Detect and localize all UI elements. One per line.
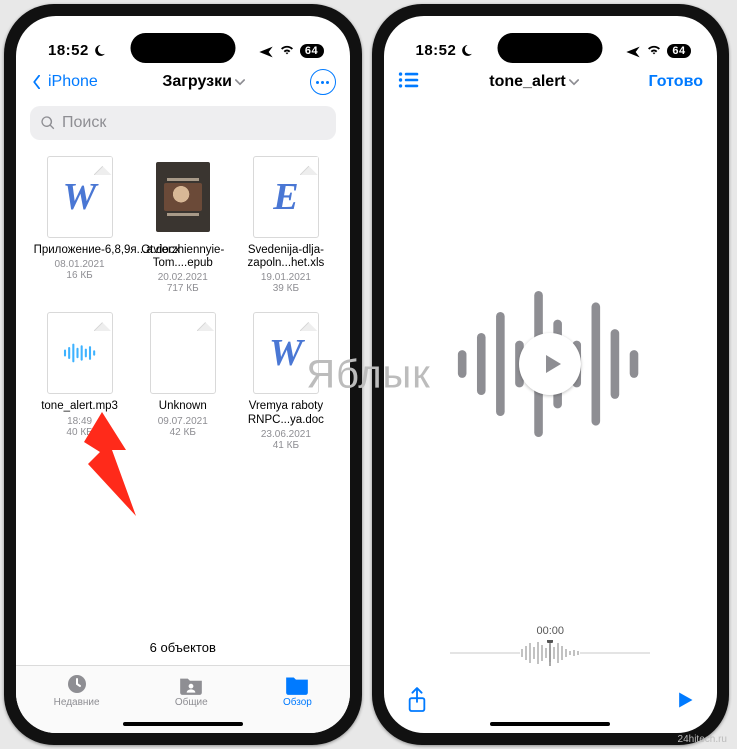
ellipsis-icon bbox=[316, 81, 329, 84]
do-not-disturb-icon bbox=[93, 44, 106, 57]
folder-person-icon bbox=[178, 672, 204, 696]
file-date: 09.07.2021 bbox=[158, 416, 208, 427]
phone-right: 18:52 64 bbox=[372, 4, 730, 745]
file-thumb-unknown bbox=[150, 312, 216, 394]
airplane-mode-icon bbox=[625, 44, 641, 58]
file-size: 16 КБ bbox=[66, 270, 92, 281]
search-placeholder: Поиск bbox=[62, 114, 106, 132]
file-thumb-docx: W bbox=[47, 156, 113, 238]
nav-bar: tone_alert Готово bbox=[384, 62, 718, 102]
play-button-small[interactable] bbox=[675, 689, 695, 716]
chevron-down-icon bbox=[569, 79, 579, 86]
list-icon bbox=[398, 71, 420, 89]
file-date: 19.01.2021 bbox=[261, 272, 311, 283]
file-item[interactable]: Otvierzhiennyie-Tom....epub 20.02.2021 7… bbox=[133, 156, 232, 294]
back-label: iPhone bbox=[48, 73, 98, 91]
waveform-large-icon bbox=[445, 274, 655, 454]
file-name: Otvierzhiennyie-Tom....epub bbox=[137, 244, 229, 270]
battery-level: 64 bbox=[300, 44, 324, 58]
file-size: 39 КБ bbox=[273, 283, 299, 294]
file-thumb-mp3 bbox=[47, 312, 113, 394]
file-title: tone_alert bbox=[489, 73, 565, 91]
file-title-button[interactable]: tone_alert bbox=[489, 73, 578, 91]
dynamic-island bbox=[130, 33, 235, 63]
file-thumb-epub bbox=[150, 156, 216, 238]
more-options-button[interactable] bbox=[310, 69, 336, 95]
item-count: 6 объектов bbox=[16, 632, 350, 665]
search-input[interactable]: Поиск bbox=[30, 106, 336, 140]
wifi-icon bbox=[646, 42, 662, 59]
file-name: tone_alert.mp3 bbox=[41, 400, 118, 413]
play-icon bbox=[540, 352, 564, 376]
home-indicator[interactable] bbox=[123, 722, 243, 726]
file-size: 42 КБ bbox=[170, 427, 196, 438]
status-time: 18:52 bbox=[48, 42, 89, 59]
battery-level: 64 bbox=[667, 44, 691, 58]
file-date: 08.01.2021 bbox=[55, 259, 105, 270]
share-icon bbox=[406, 687, 428, 713]
play-icon bbox=[675, 689, 695, 711]
tab-recents[interactable]: Недавние bbox=[54, 672, 100, 708]
file-item[interactable]: W Приложение-6,8,9я...a.docx 08.01.2021 … bbox=[30, 156, 129, 294]
tab-label: Общие bbox=[175, 697, 208, 708]
file-item[interactable]: E Svedenija-dlja-zapoln...het.xls 19.01.… bbox=[236, 156, 335, 294]
airplane-mode-icon bbox=[258, 44, 274, 58]
waveform-icon bbox=[60, 338, 100, 368]
audio-player bbox=[384, 102, 718, 625]
done-button[interactable]: Готово bbox=[649, 73, 703, 91]
folder-title-button[interactable]: Загрузки bbox=[162, 73, 245, 91]
file-item-tone-alert[interactable]: tone_alert.mp3 18:49 40 КБ bbox=[30, 312, 129, 450]
timeline[interactable]: 00:00 bbox=[384, 625, 718, 677]
file-size: 41 КБ bbox=[273, 440, 299, 451]
file-date: 18:49 bbox=[67, 416, 92, 427]
search-icon bbox=[40, 115, 56, 131]
do-not-disturb-icon bbox=[460, 44, 473, 57]
share-button[interactable] bbox=[406, 687, 428, 718]
list-view-button[interactable] bbox=[398, 71, 420, 94]
file-grid: W Приложение-6,8,9я...a.docx 08.01.2021 … bbox=[16, 150, 350, 632]
file-name: Svedenija-dlja-zapoln...het.xls bbox=[240, 244, 332, 270]
home-indicator[interactable] bbox=[490, 722, 610, 726]
file-name: Unknown bbox=[159, 400, 207, 413]
file-thumb-xls: E bbox=[253, 156, 319, 238]
waveform-small-icon bbox=[414, 639, 688, 667]
nav-bar: iPhone Загрузки bbox=[16, 62, 350, 102]
tab-label: Недавние bbox=[54, 697, 100, 708]
credit-text: 24hitech.ru bbox=[678, 734, 727, 745]
clock-icon bbox=[64, 672, 90, 696]
folder-title: Загрузки bbox=[162, 73, 232, 91]
file-name: Vremya raboty RNPC...ya.doc bbox=[240, 400, 332, 426]
back-button[interactable]: iPhone bbox=[30, 73, 98, 91]
file-item[interactable]: W Vremya raboty RNPC...ya.doc 23.06.2021… bbox=[236, 312, 335, 450]
phone-left: 18:52 64 bbox=[4, 4, 362, 745]
wifi-icon bbox=[279, 42, 295, 59]
file-thumb-doc: W bbox=[253, 312, 319, 394]
file-size: 40 КБ bbox=[66, 427, 92, 438]
file-name: Приложение-6,8,9я...a.docx bbox=[34, 244, 126, 257]
time-label: 00:00 bbox=[414, 625, 688, 637]
tab-label: Обзор bbox=[283, 697, 312, 708]
status-time: 18:52 bbox=[416, 42, 457, 59]
file-date: 23.06.2021 bbox=[261, 429, 311, 440]
chevron-down-icon bbox=[235, 79, 245, 86]
folder-icon bbox=[284, 672, 310, 696]
tab-browse[interactable]: Обзор bbox=[283, 672, 312, 708]
tab-shared[interactable]: Общие bbox=[175, 672, 208, 708]
file-date: 20.02.2021 bbox=[158, 272, 208, 283]
dynamic-island bbox=[498, 33, 603, 63]
play-button[interactable] bbox=[519, 333, 581, 395]
file-item[interactable]: Unknown 09.07.2021 42 КБ bbox=[133, 312, 232, 450]
file-size: 717 КБ bbox=[167, 283, 199, 294]
